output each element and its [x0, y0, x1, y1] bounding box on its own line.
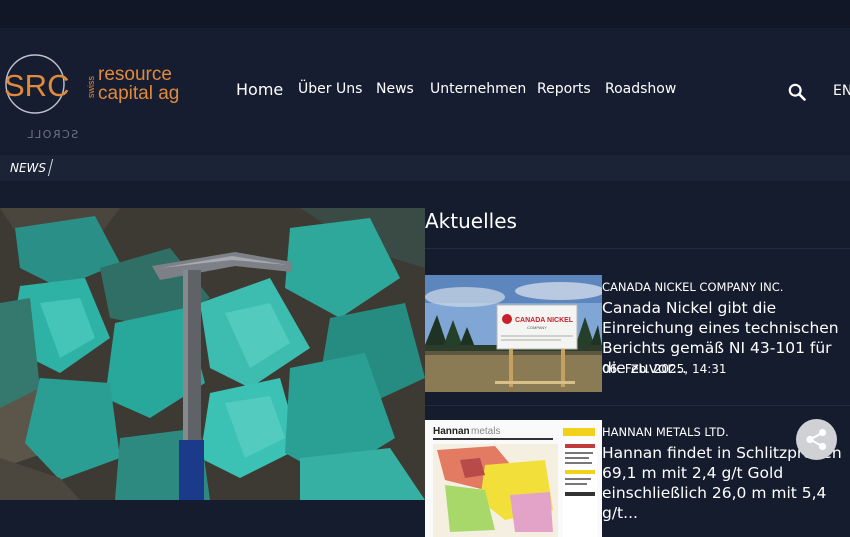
news-date: 06. Feb. 2025, 14:31 — [602, 362, 727, 376]
breadcrumb: NEWS — [0, 155, 850, 181]
svg-text:SRC: SRC — [4, 68, 69, 103]
nav-unternehmen[interactable]: Unternehmen — [430, 81, 526, 97]
nav-reports[interactable]: Reports — [537, 81, 591, 97]
news-thumbnail[interactable]: CANADA NICKEL COMPANY — [425, 275, 602, 392]
site-header: SRC swiss resource capital ag SCROLL Hom… — [0, 28, 850, 152]
sidebar-divider — [425, 248, 850, 249]
breadcrumb-current[interactable]: NEWS — [10, 161, 46, 175]
news-sidebar: Aktuelles CANADA NICKEL COMPANY CANADA N… — [425, 190, 850, 537]
svg-text:COMPANY: COMPANY — [527, 325, 547, 330]
svg-text:CANADA NICKEL: CANADA NICKEL — [515, 317, 574, 324]
hero-image — [0, 208, 425, 500]
nav-roadshow[interactable]: Roadshow — [605, 81, 676, 97]
company-logo[interactable]: SRC swiss resource capital ag — [0, 50, 190, 122]
top-strip — [0, 0, 850, 29]
svg-text:capital ag: capital ag — [98, 83, 179, 104]
news-company: CANADA NICKEL COMPANY INC. — [602, 280, 784, 294]
svg-text:resource: resource — [98, 64, 172, 85]
news-company: HANNAN METALS LTD. — [602, 425, 729, 439]
svg-text:metals: metals — [471, 426, 500, 437]
nav-home[interactable]: Home — [236, 80, 283, 99]
nav-news[interactable]: News — [376, 81, 414, 97]
news-thumbnail[interactable]: Hannan metals — [425, 420, 602, 537]
news-divider — [425, 405, 850, 406]
search-icon[interactable] — [788, 83, 806, 101]
language-switch[interactable]: EN — [833, 83, 850, 99]
share-icon — [806, 428, 827, 451]
breadcrumb-separator — [47, 159, 54, 176]
share-button[interactable] — [796, 419, 837, 460]
svg-text:Hannan: Hannan — [433, 426, 470, 437]
scroll-label: SCROLL — [26, 128, 79, 141]
nav-ueber-uns[interactable]: Über Uns — [298, 81, 362, 97]
svg-text:swiss: swiss — [86, 76, 96, 98]
news-item[interactable]: CANADA NICKEL COMPANY CANADA NICKEL COMP… — [425, 275, 850, 392]
sidebar-title: Aktuelles — [425, 209, 517, 233]
news-item[interactable]: Hannan metals HANNAN METALS LTD. Hannan … — [425, 420, 850, 537]
